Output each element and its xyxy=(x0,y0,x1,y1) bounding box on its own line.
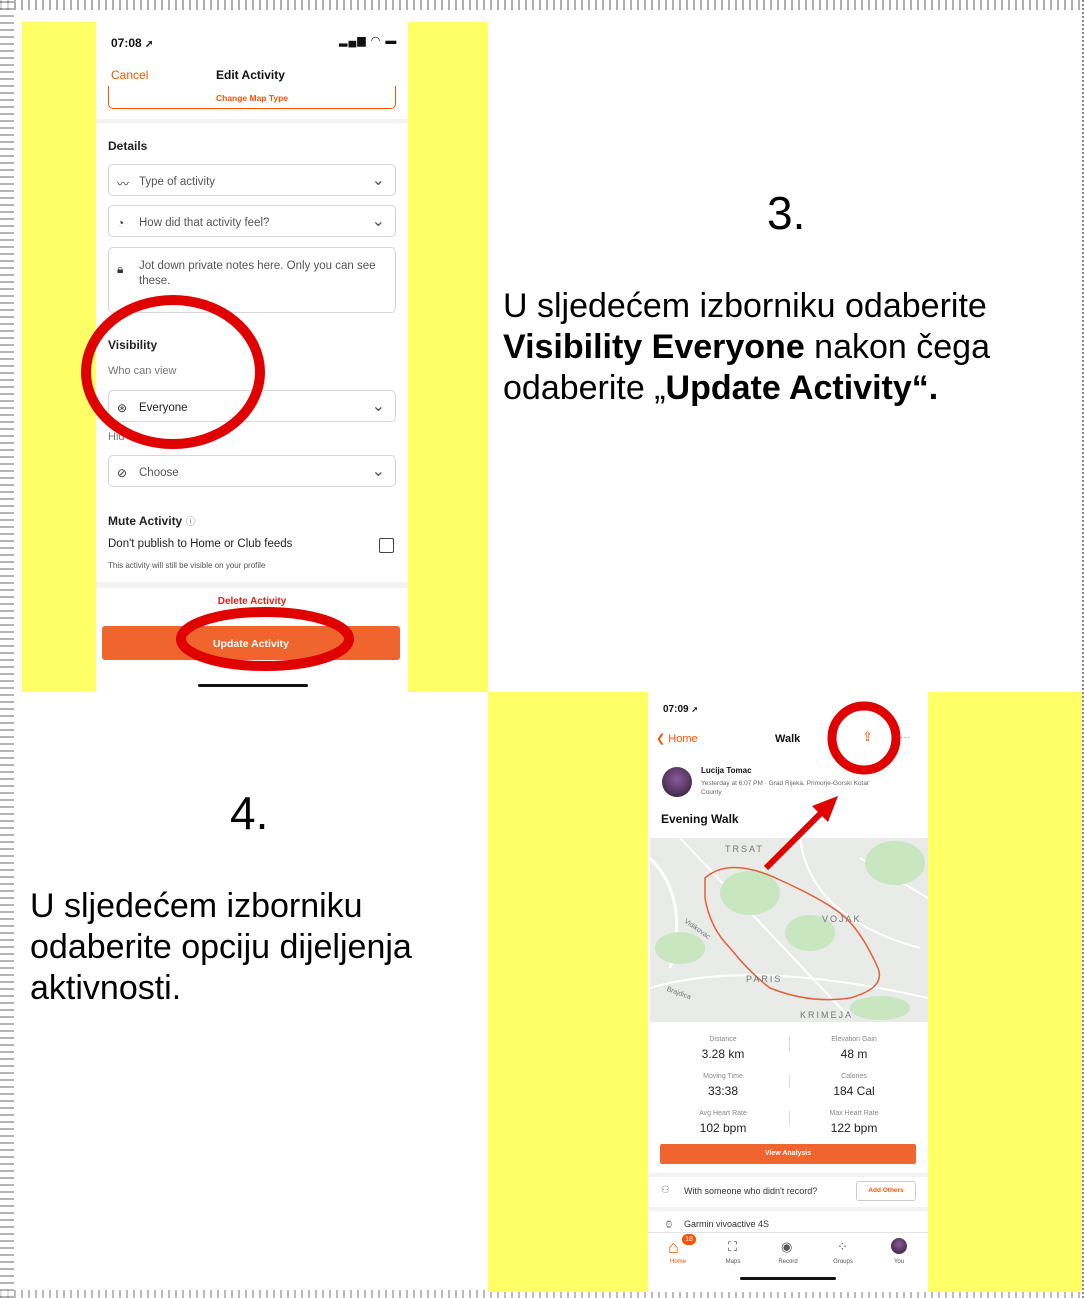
step4-instruction: U sljedećem izborniku odaberite opciju d… xyxy=(30,887,412,1007)
share-highlight-circle xyxy=(827,701,901,775)
step4-number: 4. xyxy=(230,787,269,839)
arrow-shaft xyxy=(763,809,825,871)
annotation-layer-step4 xyxy=(763,701,901,871)
